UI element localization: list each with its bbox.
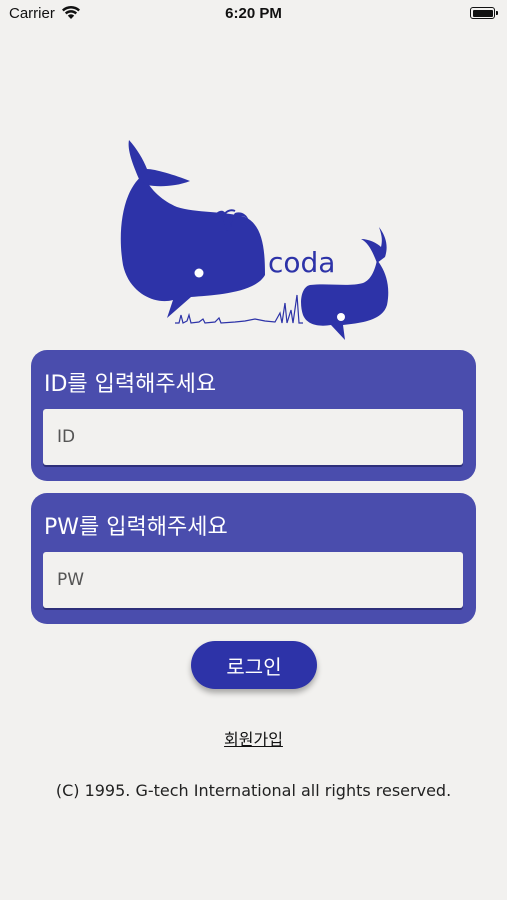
pw-field-title: PW를 입력해주세요 (44, 515, 228, 540)
id-input[interactable] (43, 409, 463, 465)
battery-icon (470, 7, 498, 19)
spectrum-line (175, 294, 303, 324)
signup-link-row: 회원가입 (0, 726, 507, 750)
login-button[interactable]: 로그인 (191, 641, 317, 689)
pw-input[interactable] (43, 552, 463, 608)
big-whale-tail (128, 140, 190, 187)
copyright-text: (C) 1995. G-tech International all right… (55, 781, 452, 800)
status-time: 6:20 PM (225, 5, 282, 22)
pw-card: PW를 입력해주세요 (31, 493, 476, 624)
status-bar: Carrier 6:20 PM (0, 0, 507, 28)
big-whale-shape (120, 175, 266, 318)
id-card: ID를 입력해주세요 (31, 350, 476, 481)
signup-link[interactable]: 회원가입 (224, 730, 283, 749)
id-field-title: ID를 입력해주세요 (44, 372, 217, 397)
logo-text: coda (268, 246, 335, 279)
coda-whale-logo: coda (115, 135, 395, 350)
small-whale-tail (361, 227, 387, 263)
